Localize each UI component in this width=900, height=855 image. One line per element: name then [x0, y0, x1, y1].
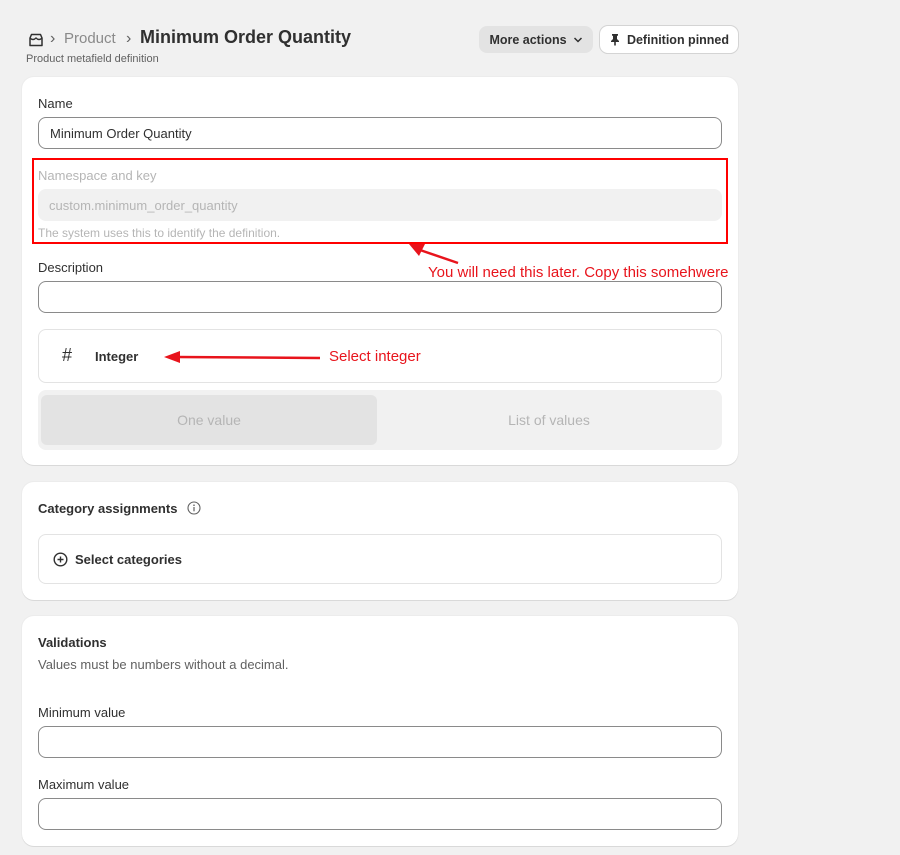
annotation-copy-note: You will need this later. Copy this some… [428, 264, 729, 281]
list-of-values-option[interactable]: List of values [381, 395, 717, 445]
name-label: Name [38, 96, 73, 111]
one-value-option[interactable]: One value [41, 395, 377, 445]
maximum-value-label: Maximum value [38, 777, 130, 792]
page-subtitle: Product metafield definition [26, 53, 159, 65]
validations-description: Values must be numbers without a decimal… [38, 657, 289, 672]
plus-circle-icon [53, 552, 68, 567]
description-field[interactable] [38, 281, 722, 313]
definition-pinned-label: Definition pinned [626, 32, 730, 47]
breadcrumb-separator-icon: › [126, 30, 132, 47]
description-label: Description [38, 260, 104, 275]
more-actions-label: More actions [489, 32, 567, 47]
validations-title: Validations [38, 635, 107, 650]
hash-icon: # [62, 345, 73, 365]
pin-icon [610, 34, 619, 46]
breadcrumb-product[interactable]: Product [64, 30, 116, 47]
minimum-value-field[interactable] [38, 726, 722, 758]
category-card: Category assignments Select categories [22, 482, 738, 600]
info-icon[interactable] [187, 501, 201, 515]
name-field[interactable]: Minimum Order Quantity [38, 117, 722, 149]
validations-card: Validations Values must be numbers witho… [22, 616, 738, 846]
page-title: Minimum Order Quantity [140, 27, 352, 47]
definition-pinned-button[interactable]: Definition pinned [600, 26, 738, 53]
breadcrumb-separator-icon: › [50, 30, 56, 47]
maximum-value-field[interactable] [38, 798, 722, 830]
select-categories-label: Select categories [75, 552, 182, 567]
page-header: › Product › Minimum Order Quantity Produ… [26, 26, 738, 68]
more-actions-button[interactable]: More actions [479, 26, 593, 53]
annotation-highlight-box [32, 158, 728, 244]
select-categories-button[interactable]: Select categories [38, 534, 722, 584]
annotation-select-note: Select integer [329, 348, 421, 365]
chevron-down-icon [573, 36, 582, 43]
minimum-value-label: Minimum value [38, 705, 126, 720]
type-label: Integer [95, 349, 139, 364]
category-title: Category assignments [38, 501, 178, 516]
store-icon[interactable] [28, 32, 44, 48]
value-count-toggle: One value List of values [38, 390, 722, 450]
